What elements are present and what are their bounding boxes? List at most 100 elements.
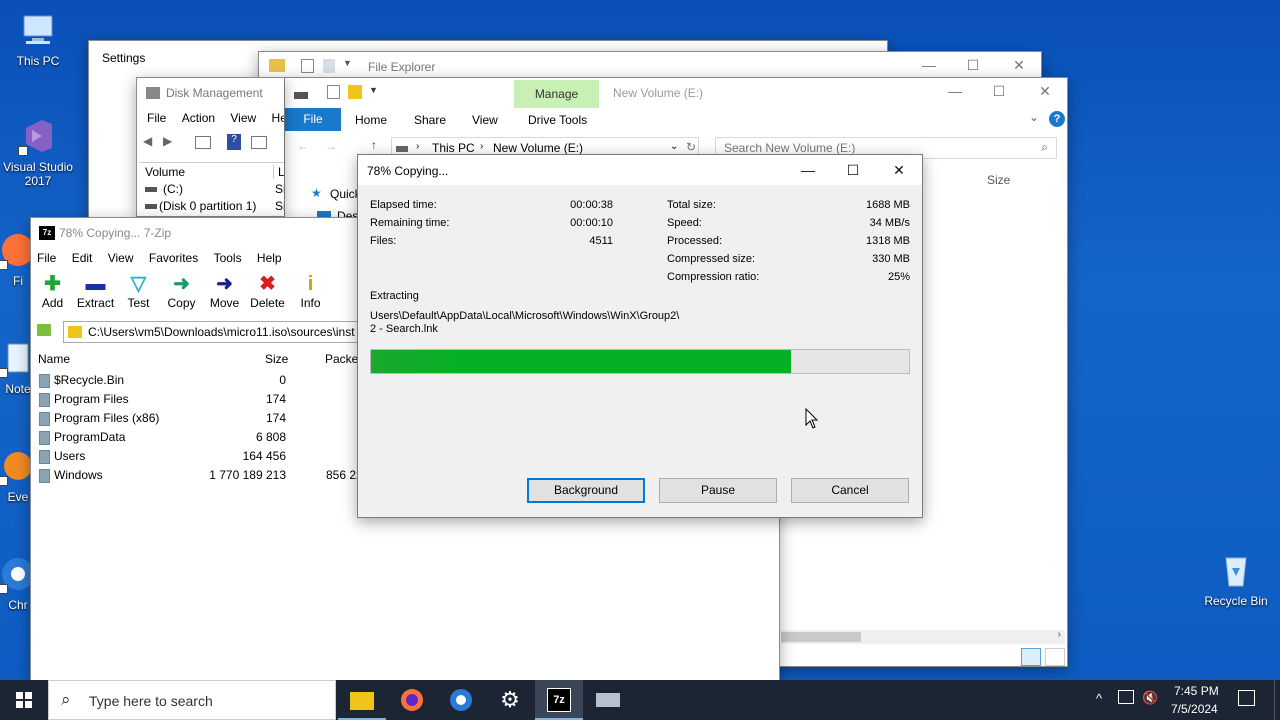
taskbar-chrome[interactable] [437, 680, 485, 720]
network-icon[interactable] [1118, 690, 1134, 704]
horizontal-scrollbar[interactable]: › [781, 629, 1065, 644]
tab-file[interactable]: File [285, 108, 341, 131]
ribbon-expand-icon[interactable]: ⌄ [1029, 110, 1039, 124]
menu-file[interactable]: File [31, 248, 62, 268]
desktop-icon-label: Recycle Bin [1204, 594, 1268, 608]
folder-icon [348, 85, 362, 99]
show-hidden-icons-chevron[interactable]: ^ [1096, 691, 1102, 706]
help-icon[interactable]: ? [227, 134, 241, 150]
menu-favorites[interactable]: Favorites [143, 248, 204, 268]
back-icon[interactable]: ← [297, 139, 309, 153]
tab-share[interactable]: Share [414, 113, 446, 127]
background-button[interactable]: Background [527, 478, 645, 503]
minimize-button[interactable]: — [798, 160, 818, 180]
disk-management-window[interactable]: Disk Management File Action View He ◀ ▶ … [136, 77, 284, 217]
desktop-icon-visual-studio[interactable]: Visual Studio 2017 [0, 116, 76, 188]
close-button[interactable]: ✕ [889, 160, 909, 180]
back-icon[interactable]: ◀ [143, 134, 152, 148]
pause-button[interactable]: Pause [659, 478, 777, 503]
copy-button[interactable]: ➜ Copy [160, 272, 203, 310]
volume-muted-icon[interactable]: 🔇 [1142, 690, 1158, 706]
scroll-right-icon[interactable]: › [1058, 629, 1061, 640]
col-size[interactable]: Size [265, 352, 288, 366]
manage-tab[interactable]: Manage [514, 80, 599, 108]
refresh-icon[interactable]: ↻ [686, 140, 696, 154]
close-button[interactable]: ✕ [1035, 81, 1055, 101]
desktop-icon-this-pc[interactable]: This PC [0, 10, 76, 68]
delete-button[interactable]: ✖ Delete [246, 272, 289, 310]
up-folder-icon[interactable] [37, 324, 51, 336]
menu-tools[interactable]: Tools [208, 248, 248, 268]
scroll-thumb[interactable] [781, 632, 861, 642]
taskbar-file-explorer[interactable] [338, 680, 386, 720]
qat-dropdown-icon[interactable]: ▼ [369, 85, 378, 95]
visual-studio-icon [18, 116, 58, 156]
minimize-button[interactable]: — [945, 81, 965, 101]
clock-time[interactable]: 7:45 PM [1174, 684, 1219, 698]
help-icon[interactable]: ? [1049, 111, 1065, 127]
extract-button[interactable]: ▬ Extract [74, 272, 117, 310]
taskbar-seven-zip[interactable]: 7z [535, 680, 583, 720]
start-button[interactable] [0, 680, 48, 720]
drive-icon [145, 187, 157, 192]
col-layout[interactable]: La [273, 165, 284, 179]
show-desktop-button[interactable] [1274, 680, 1280, 720]
menu-help[interactable]: He [266, 108, 284, 128]
add-button[interactable]: ✚ Add [31, 272, 74, 310]
cancel-button[interactable]: Cancel [791, 478, 909, 503]
qat-dropdown-icon[interactable]: ▼ [343, 58, 352, 68]
maximize-button[interactable]: ☐ [843, 160, 863, 180]
forward-icon[interactable]: ▶ [163, 134, 172, 148]
maximize-button[interactable]: ☐ [963, 55, 983, 75]
info-icon: i [307, 273, 314, 295]
clock-date[interactable]: 7/5/2024 [1171, 702, 1218, 716]
minimize-button[interactable]: — [919, 55, 939, 75]
col-volume[interactable]: Volume [145, 165, 185, 179]
info-button[interactable]: i Info [289, 272, 332, 310]
tab-home[interactable]: Home [355, 113, 387, 127]
col-name[interactable]: Name [38, 352, 70, 366]
large-icons-view-icon[interactable] [1045, 648, 1065, 666]
taskbar-settings[interactable]: ⚙ [486, 680, 534, 720]
row-size: 1 770 189 213 [209, 468, 286, 482]
taskbar-search[interactable]: ⌕ Type here to search [48, 680, 336, 720]
details-view-icon[interactable] [1021, 648, 1041, 666]
taskbar-firefox[interactable] [388, 680, 436, 720]
desktop-icon-recycle-bin[interactable]: Recycle Bin [1198, 550, 1274, 608]
progress-dialog[interactable]: 78% Copying... — ☐ ✕ Elapsed time: 00:00… [357, 154, 923, 518]
path-bar[interactable]: C:\Users\vm5\Downloads\micro11.iso\sourc… [63, 321, 393, 343]
breadcrumb-this-pc[interactable]: This PC [432, 141, 475, 155]
volume-row-c[interactable]: (C:) [163, 182, 183, 196]
forward-icon[interactable]: → [325, 139, 337, 153]
search-input[interactable]: Search New Volume (E:) [724, 141, 855, 155]
compressed-size-value: 330 MB [872, 253, 910, 265]
taskbar-disk-management[interactable] [584, 680, 632, 720]
plus-icon: ✚ [44, 273, 61, 295]
close-button[interactable]: ✕ [1009, 55, 1029, 75]
notifications-icon[interactable] [1238, 690, 1255, 706]
size-column-header[interactable]: Size [987, 173, 1010, 187]
menu-file[interactable]: File [141, 108, 172, 128]
up-icon[interactable]: ↑ [371, 138, 377, 152]
tab-drive-tools[interactable]: Drive Tools [528, 113, 587, 127]
address-dropdown-icon[interactable]: ⌄ [670, 141, 678, 152]
tab-view[interactable]: View [472, 113, 498, 127]
breadcrumb-new-volume[interactable]: New Volume (E:) [493, 141, 583, 155]
move-button[interactable]: ➜ Move [203, 272, 246, 310]
menu-edit[interactable]: Edit [66, 248, 99, 268]
ribbon-tabs: File Home Share View Drive Tools ⌄ ? [285, 108, 1067, 131]
test-button[interactable]: ▽ Test [117, 272, 160, 310]
menu-view[interactable]: View [102, 248, 140, 268]
menu-view[interactable]: View [224, 108, 262, 128]
quick-access-star-icon: ★ [311, 186, 322, 200]
path-input[interactable]: C:\Users\vm5\Downloads\micro11.iso\sourc… [88, 325, 355, 339]
menu-help[interactable]: Help [251, 248, 288, 268]
properties-icon[interactable] [251, 136, 267, 149]
move-label: Move [209, 296, 240, 310]
list-icon[interactable] [195, 136, 211, 149]
firefox-icon [401, 689, 423, 711]
taskbar-search-input[interactable]: Type here to search [89, 693, 213, 709]
volume-row-partition[interactable]: (Disk 0 partition 1) [159, 199, 256, 213]
menu-action[interactable]: Action [176, 108, 221, 128]
maximize-button[interactable]: ☐ [989, 81, 1009, 101]
